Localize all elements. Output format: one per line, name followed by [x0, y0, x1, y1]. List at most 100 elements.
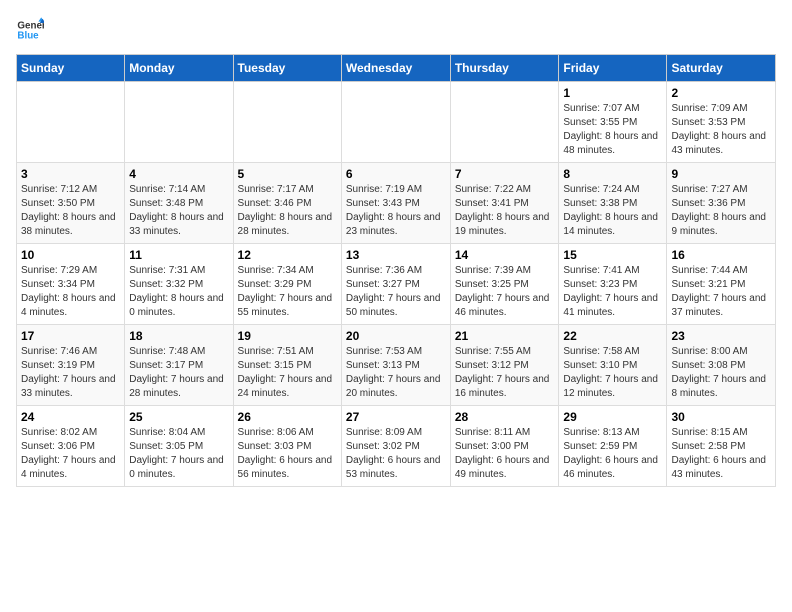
day-cell: 1Sunrise: 7:07 AM Sunset: 3:55 PM Daylig…	[559, 82, 667, 163]
week-row-5: 24Sunrise: 8:02 AM Sunset: 3:06 PM Dayli…	[17, 406, 776, 487]
day-number: 12	[238, 248, 337, 262]
day-info: Sunrise: 7:07 AM Sunset: 3:55 PM Dayligh…	[563, 102, 662, 158]
day-info: Sunrise: 7:55 AM Sunset: 3:12 PM Dayligh…	[455, 345, 555, 401]
day-cell: 12 Sunrise: 7:34 AM Sunset: 3:29 PM Dayli…	[233, 244, 341, 325]
day-cell: 21 Sunrise: 7:55 AM Sunset: 3:12 PM Dayli…	[450, 325, 559, 406]
logo: General Blue	[16, 16, 44, 44]
week-row-1: 1Sunrise: 7:07 AM Sunset: 3:55 PM Daylig…	[17, 82, 776, 163]
weekday-header-row: SundayMondayTuesdayWednesdayThursdayFrid…	[17, 55, 776, 82]
day-cell: 29 Sunrise: 8:13 AM Sunset: 2:59 PM Dayli…	[559, 406, 667, 487]
day-cell: 26 Sunrise: 8:06 AM Sunset: 3:03 PM Dayli…	[233, 406, 341, 487]
day-info: Sunrise: 7:12 AM Sunset: 3:50 PM Dayligh…	[21, 183, 120, 239]
weekday-header-thursday: Thursday	[450, 55, 559, 82]
day-info: Sunrise: 7:46 AM Sunset: 3:19 PM Dayligh…	[21, 345, 120, 401]
day-info: Sunrise: 7:58 AM Sunset: 3:10 PM Dayligh…	[563, 345, 662, 401]
weekday-header-wednesday: Wednesday	[341, 55, 450, 82]
day-cell: 18 Sunrise: 7:48 AM Sunset: 3:17 PM Dayli…	[125, 325, 233, 406]
day-info: Sunrise: 8:06 AM Sunset: 3:03 PM Dayligh…	[238, 426, 337, 482]
day-info: Sunrise: 7:48 AM Sunset: 3:17 PM Dayligh…	[129, 345, 228, 401]
day-number: 19	[238, 329, 337, 343]
day-number: 17	[21, 329, 120, 343]
day-number: 24	[21, 410, 120, 424]
day-info: Sunrise: 7:36 AM Sunset: 3:27 PM Dayligh…	[346, 264, 446, 320]
weekday-header-sunday: Sunday	[17, 55, 125, 82]
day-info: Sunrise: 7:31 AM Sunset: 3:32 PM Dayligh…	[129, 264, 228, 320]
day-cell: 9 Sunrise: 7:27 AM Sunset: 3:36 PM Daylig…	[667, 163, 776, 244]
day-number: 16	[671, 248, 771, 262]
weekday-header-tuesday: Tuesday	[233, 55, 341, 82]
day-info: Sunrise: 7:14 AM Sunset: 3:48 PM Dayligh…	[129, 183, 228, 239]
day-number: 7	[455, 167, 555, 181]
weekday-header-friday: Friday	[559, 55, 667, 82]
day-cell: 6 Sunrise: 7:19 AM Sunset: 3:43 PM Daylig…	[341, 163, 450, 244]
day-info: Sunrise: 7:27 AM Sunset: 3:36 PM Dayligh…	[671, 183, 771, 239]
day-info: Sunrise: 7:09 AM Sunset: 3:53 PM Dayligh…	[671, 102, 771, 158]
day-cell: 11Sunrise: 7:31 AM Sunset: 3:32 PM Dayli…	[125, 244, 233, 325]
day-number: 2	[671, 86, 771, 100]
day-info: Sunrise: 8:00 AM Sunset: 3:08 PM Dayligh…	[671, 345, 771, 401]
day-cell	[341, 82, 450, 163]
day-info: Sunrise: 7:17 AM Sunset: 3:46 PM Dayligh…	[238, 183, 337, 239]
week-row-4: 17 Sunrise: 7:46 AM Sunset: 3:19 PM Dayli…	[17, 325, 776, 406]
header: General Blue	[16, 16, 776, 44]
day-number: 4	[129, 167, 228, 181]
day-cell	[17, 82, 125, 163]
day-number: 3	[21, 167, 120, 181]
day-number: 30	[671, 410, 771, 424]
day-info: Sunrise: 7:24 AM Sunset: 3:38 PM Dayligh…	[563, 183, 662, 239]
day-cell: 2 Sunrise: 7:09 AM Sunset: 3:53 PM Daylig…	[667, 82, 776, 163]
day-cell: 24Sunrise: 8:02 AM Sunset: 3:06 PM Dayli…	[17, 406, 125, 487]
day-info: Sunrise: 8:04 AM Sunset: 3:05 PM Dayligh…	[129, 426, 228, 482]
day-number: 9	[671, 167, 771, 181]
day-number: 6	[346, 167, 446, 181]
day-cell: 14 Sunrise: 7:39 AM Sunset: 3:25 PM Dayli…	[450, 244, 559, 325]
day-number: 21	[455, 329, 555, 343]
day-number: 26	[238, 410, 337, 424]
day-cell: 7Sunrise: 7:22 AM Sunset: 3:41 PM Daylig…	[450, 163, 559, 244]
day-info: Sunrise: 7:44 AM Sunset: 3:21 PM Dayligh…	[671, 264, 771, 320]
calendar-table: SundayMondayTuesdayWednesdayThursdayFrid…	[16, 54, 776, 487]
day-cell: 28 Sunrise: 8:11 AM Sunset: 3:00 PM Dayli…	[450, 406, 559, 487]
day-cell: 16 Sunrise: 7:44 AM Sunset: 3:21 PM Dayli…	[667, 244, 776, 325]
day-info: Sunrise: 8:15 AM Sunset: 2:58 PM Dayligh…	[671, 426, 771, 482]
day-cell: 30 Sunrise: 8:15 AM Sunset: 2:58 PM Dayli…	[667, 406, 776, 487]
day-cell: 19 Sunrise: 7:51 AM Sunset: 3:15 PM Dayli…	[233, 325, 341, 406]
day-cell: 4 Sunrise: 7:14 AM Sunset: 3:48 PM Daylig…	[125, 163, 233, 244]
day-cell: 5Sunrise: 7:17 AM Sunset: 3:46 PM Daylig…	[233, 163, 341, 244]
day-cell	[125, 82, 233, 163]
day-number: 13	[346, 248, 446, 262]
day-info: Sunrise: 8:13 AM Sunset: 2:59 PM Dayligh…	[563, 426, 662, 482]
day-number: 8	[563, 167, 662, 181]
day-info: Sunrise: 7:39 AM Sunset: 3:25 PM Dayligh…	[455, 264, 555, 320]
day-number: 22	[563, 329, 662, 343]
day-cell: 15Sunrise: 7:41 AM Sunset: 3:23 PM Dayli…	[559, 244, 667, 325]
day-cell	[450, 82, 559, 163]
week-row-3: 10 Sunrise: 7:29 AM Sunset: 3:34 PM Dayli…	[17, 244, 776, 325]
day-number: 29	[563, 410, 662, 424]
day-number: 14	[455, 248, 555, 262]
logo-icon: General Blue	[16, 16, 44, 44]
day-number: 10	[21, 248, 120, 262]
day-cell: 10 Sunrise: 7:29 AM Sunset: 3:34 PM Dayli…	[17, 244, 125, 325]
weekday-header-monday: Monday	[125, 55, 233, 82]
weekday-header-saturday: Saturday	[667, 55, 776, 82]
day-info: Sunrise: 8:11 AM Sunset: 3:00 PM Dayligh…	[455, 426, 555, 482]
day-number: 27	[346, 410, 446, 424]
day-cell: 25Sunrise: 8:04 AM Sunset: 3:05 PM Dayli…	[125, 406, 233, 487]
day-cell: 17 Sunrise: 7:46 AM Sunset: 3:19 PM Dayli…	[17, 325, 125, 406]
day-cell: 3 Sunrise: 7:12 AM Sunset: 3:50 PM Daylig…	[17, 163, 125, 244]
day-info: Sunrise: 7:29 AM Sunset: 3:34 PM Dayligh…	[21, 264, 120, 320]
day-cell: 27 Sunrise: 8:09 AM Sunset: 3:02 PM Dayli…	[341, 406, 450, 487]
day-info: Sunrise: 7:19 AM Sunset: 3:43 PM Dayligh…	[346, 183, 446, 239]
day-info: Sunrise: 7:34 AM Sunset: 3:29 PM Dayligh…	[238, 264, 337, 320]
day-info: Sunrise: 7:51 AM Sunset: 3:15 PM Dayligh…	[238, 345, 337, 401]
day-number: 23	[671, 329, 771, 343]
day-cell: 23 Sunrise: 8:00 AM Sunset: 3:08 PM Dayli…	[667, 325, 776, 406]
day-info: Sunrise: 8:09 AM Sunset: 3:02 PM Dayligh…	[346, 426, 446, 482]
day-cell: 20Sunrise: 7:53 AM Sunset: 3:13 PM Dayli…	[341, 325, 450, 406]
day-number: 18	[129, 329, 228, 343]
day-number: 28	[455, 410, 555, 424]
svg-text:Blue: Blue	[17, 30, 39, 41]
day-info: Sunrise: 7:41 AM Sunset: 3:23 PM Dayligh…	[563, 264, 662, 320]
week-row-2: 3 Sunrise: 7:12 AM Sunset: 3:50 PM Daylig…	[17, 163, 776, 244]
